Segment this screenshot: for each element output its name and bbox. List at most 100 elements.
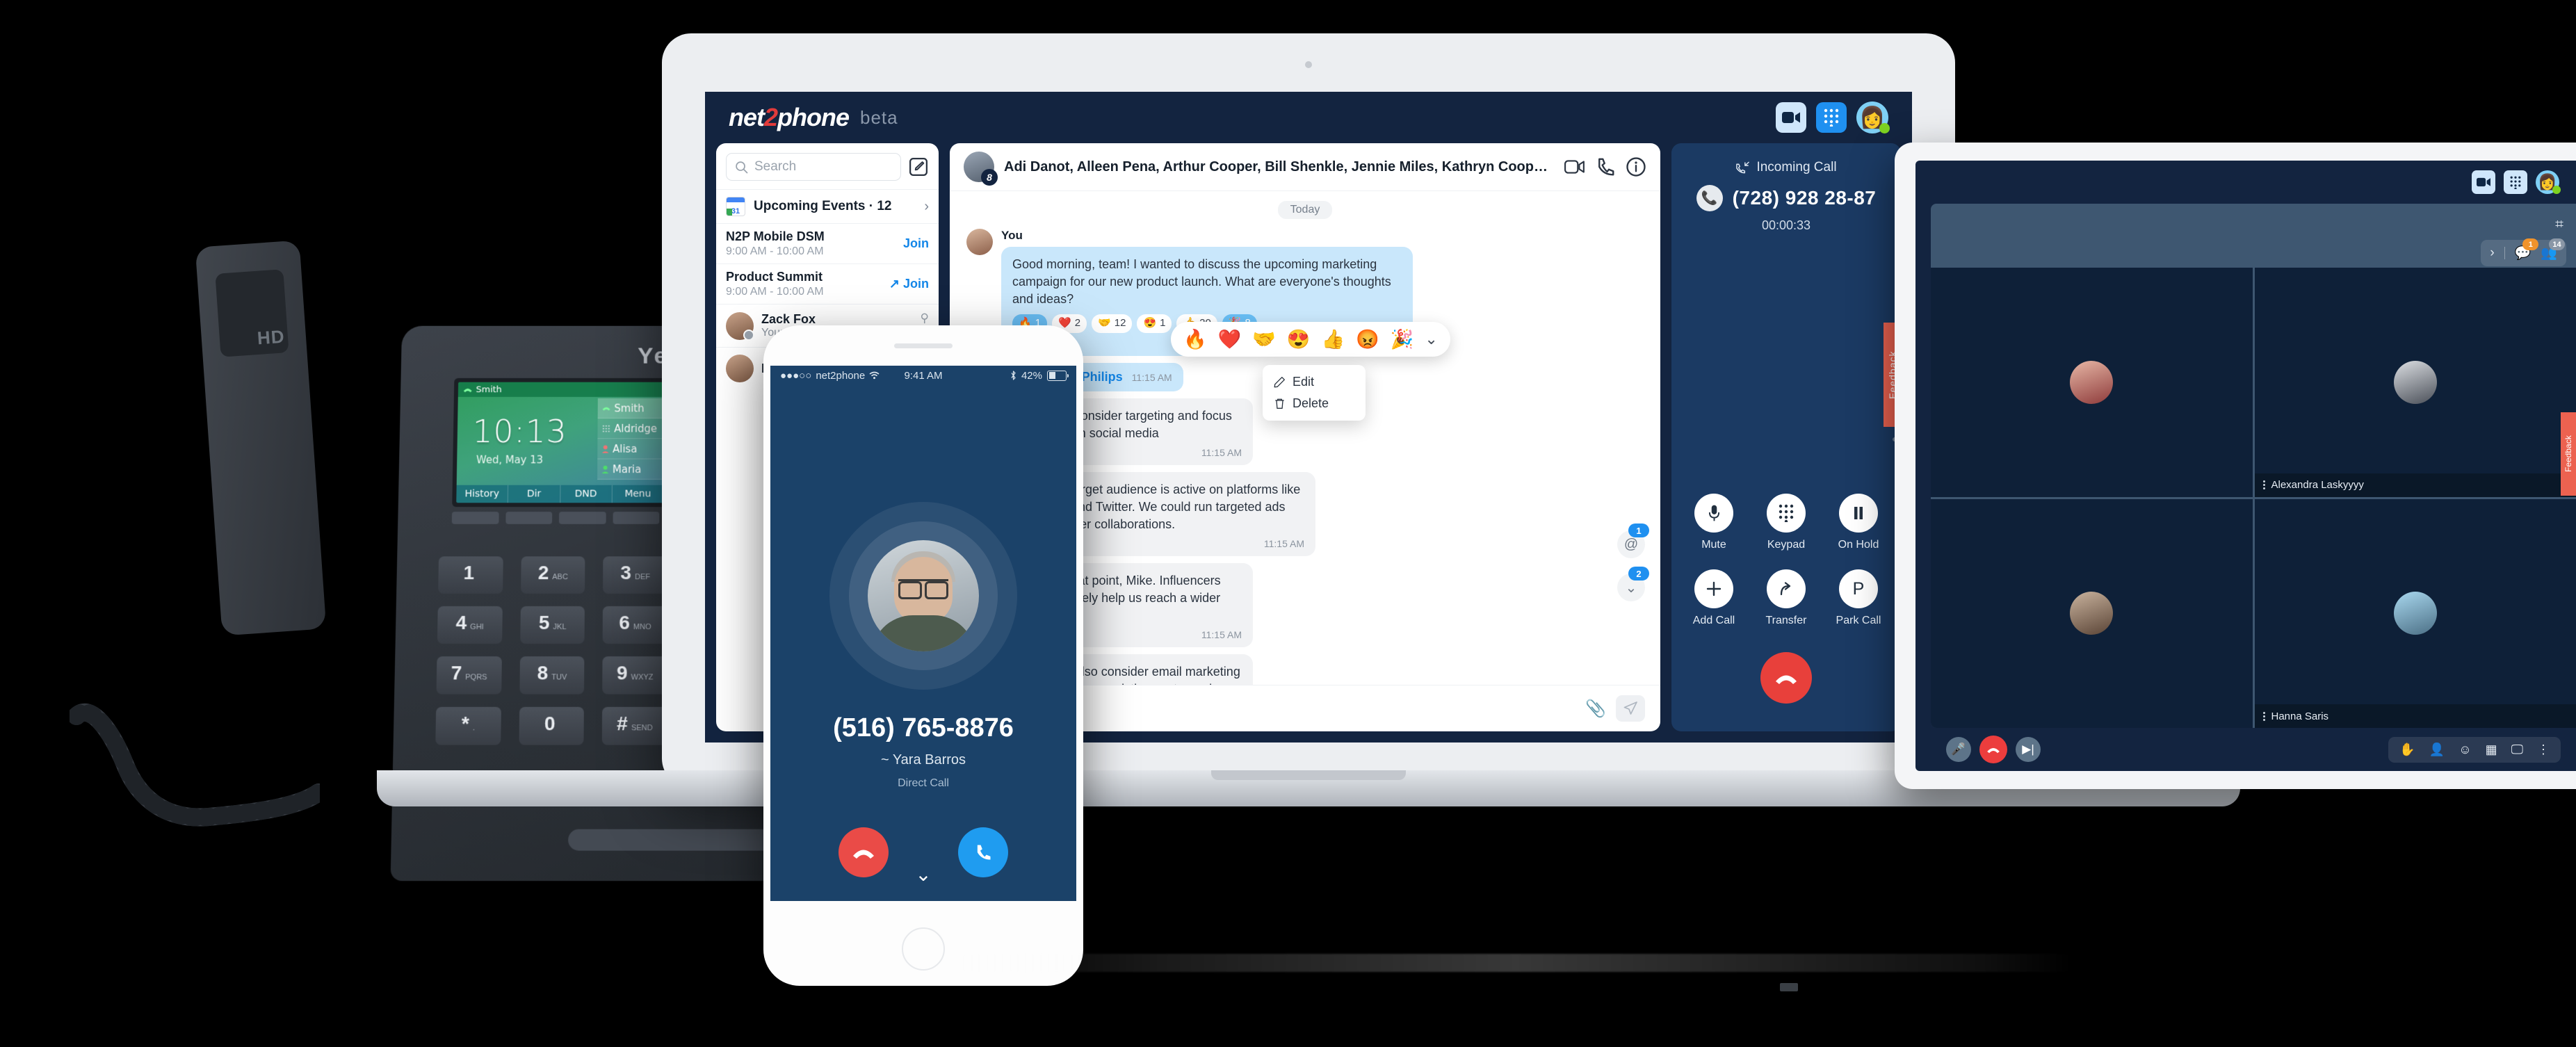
keypad-key-7[interactable]: 7 PQRS [436, 656, 502, 695]
video-call-icon[interactable] [1564, 156, 1585, 177]
more-icon[interactable] [2262, 711, 2265, 721]
call-control-hold[interactable]: On Hold [1830, 494, 1887, 551]
jump-to-latest-button[interactable]: 2 ⌄ [1617, 567, 1649, 601]
stage-toolbar: ⌗ › 💬 1 👥 14 [1931, 204, 2576, 268]
softkey-button[interactable] [613, 512, 660, 524]
context-menu-edit[interactable]: Edit [1263, 371, 1366, 393]
video-tile[interactable] [1931, 268, 2253, 497]
call-control-park[interactable]: P Park Call [1830, 569, 1887, 627]
keypad-key-4[interactable]: 4 GHI [437, 606, 503, 644]
call-control-add-call[interactable]: Add Call [1685, 569, 1742, 627]
chevron-right-icon[interactable]: › [924, 199, 929, 215]
hangup-button[interactable] [1760, 652, 1812, 704]
keypad-key-6[interactable]: 6 MNO [602, 606, 667, 644]
video-tile[interactable]: Alexandra Laskyyyy [2254, 268, 2576, 497]
phone-home-button[interactable] [902, 927, 945, 971]
message-text: Good morning, team! I wanted to discuss … [1012, 257, 1391, 306]
keypad-key-8[interactable]: 8 TUV [519, 656, 585, 695]
keypad-key-5[interactable]: 5 JKL [519, 606, 585, 644]
emoji-handshake[interactable]: 🤝 [1252, 328, 1276, 350]
dialpad-icon[interactable] [1816, 102, 1847, 133]
group-avatar: 8 [964, 152, 998, 186]
desk-phone-line[interactable]: Smith [597, 398, 664, 419]
keypad-key-1[interactable]: 1 [438, 556, 503, 594]
softkey-dnd[interactable]: DND [560, 485, 613, 503]
desk-phone-line[interactable]: Aldridge [597, 419, 664, 439]
raise-hand-icon[interactable]: ✋ [2399, 742, 2415, 757]
softkey-button[interactable] [505, 512, 553, 524]
emoji-reaction-picker[interactable]: 🔥 ❤️ 🤝 😍 👍 😡 🎉 ⌄ [1171, 322, 1450, 357]
incoming-call-icon [1736, 161, 1750, 174]
keypad-key-2[interactable]: 2 ABC [520, 556, 585, 594]
search-input[interactable]: Search [726, 153, 901, 181]
message-context-menu[interactable]: Edit Delete [1263, 365, 1366, 421]
hangup-icon[interactable] [1979, 736, 2007, 763]
keypad-key-0[interactable]: 0 [519, 706, 585, 745]
softkey-history[interactable]: History [456, 485, 509, 503]
keypad-key-star[interactable]: *. [435, 706, 501, 745]
emoji-heart[interactable]: ❤️ [1218, 328, 1242, 350]
event-row[interactable]: Product Summit 9:00 AM - 10:00 AM ↗ Join [716, 263, 939, 304]
context-menu-delete[interactable]: Delete [1263, 393, 1366, 414]
desk-phone-softkey-buttons[interactable] [451, 512, 660, 524]
chevron-right-icon[interactable]: › [2490, 245, 2494, 261]
keypad-key-9[interactable]: 9 WXYZ [602, 656, 667, 695]
layout-icon[interactable]: ▦ [2486, 742, 2497, 757]
call-control-mute[interactable]: Mute [1685, 494, 1742, 551]
user-avatar[interactable]: 👩 [2536, 170, 2561, 194]
event-join-button[interactable]: Join [903, 236, 929, 251]
desk-phone-date: Wed, May 13 [476, 453, 544, 466]
call-control-transfer[interactable]: Transfer [1758, 569, 1815, 627]
more-icon[interactable]: ⋮ [2537, 742, 2550, 757]
emoji-party[interactable]: 🎉 [1391, 328, 1414, 350]
event-join-button[interactable]: ↗ Join [889, 277, 929, 291]
collapse-icon[interactable]: ⌗ [2555, 216, 2563, 233]
emoji-fire[interactable]: 🔥 [1183, 328, 1207, 350]
reaction-chip[interactable]: 😍 1 [1137, 314, 1172, 334]
emoji-heart-eyes[interactable]: 😍 [1287, 328, 1311, 350]
video-tile[interactable]: Hanna Saris [2254, 498, 2576, 728]
softkey-button[interactable] [451, 512, 499, 524]
dismiss-chevron-down-icon[interactable]: ⌄ [770, 863, 1076, 886]
softkey-dir[interactable]: Dir [508, 485, 560, 503]
keypad-key-hash[interactable]: # SEND [602, 706, 667, 745]
chat-icon[interactable]: 💬 1 [2515, 238, 2539, 261]
event-row[interactable]: N2P Mobile DSM 9:00 AM - 10:00 AM Join [716, 223, 939, 263]
desk-phone-line[interactable]: Maria [597, 459, 664, 480]
compose-pencil-icon[interactable] [908, 156, 929, 177]
softkey-button[interactable] [558, 512, 606, 524]
add-person-icon[interactable]: 👤 [2429, 742, 2445, 757]
send-button[interactable] [1616, 695, 1645, 722]
line-label: Aldridge [614, 422, 658, 435]
more-icon[interactable] [2262, 480, 2265, 489]
emoji-angry[interactable]: 😡 [1356, 328, 1379, 350]
camera-icon[interactable]: ▶| [2016, 737, 2041, 762]
message-row: That's a great point, Mike. Influencers … [1001, 563, 1644, 647]
emoji-icon[interactable]: ☺ [2458, 742, 2471, 757]
pencil-icon [1274, 377, 1285, 388]
user-avatar[interactable]: 👩 [1856, 102, 1890, 133]
chevron-down-icon[interactable]: ⌄ [1425, 330, 1437, 348]
info-icon[interactable] [1626, 156, 1646, 177]
call-control-keypad[interactable]: Keypad [1758, 494, 1815, 551]
video-camera-icon[interactable] [2472, 170, 2495, 194]
video-camera-icon[interactable] [1776, 102, 1806, 133]
participants-icon[interactable]: 👥 14 [2541, 238, 2565, 261]
phone-call-icon[interactable] [1595, 156, 1616, 177]
upcoming-events-header[interactable]: 31 Upcoming Events · 12 › [716, 189, 939, 223]
dialpad-icon[interactable] [2504, 170, 2527, 194]
share-screen-icon[interactable]: 🖵 [2511, 742, 2523, 757]
softkey-menu[interactable]: Menu [612, 485, 663, 503]
jump-to-mentions-button[interactable]: 1 @ [1617, 524, 1649, 558]
emoji-thumbs-up[interactable]: 👍 [1322, 328, 1345, 350]
video-tile[interactable] [1931, 498, 2253, 728]
keypad-key-3[interactable]: 3 DEF [603, 556, 668, 594]
app-header-actions: 👩 [1776, 102, 1890, 133]
mic-icon[interactable]: 🎤 [1946, 737, 1971, 762]
feedback-tab[interactable]: Feedback [2561, 412, 2576, 496]
desk-phone-line[interactable]: Alisa [597, 439, 664, 460]
paperclip-icon[interactable]: 📎 [1585, 699, 1606, 719]
desk-phone-keypad: 1 2 ABC 3 DEF 4 GHI 5 JKL 6 MNO 7 PQRS 8 TUV 9W… [435, 556, 668, 745]
pin-icon[interactable]: ⚲ [890, 311, 929, 325]
reaction-chip[interactable]: 🤝 12 [1092, 314, 1133, 334]
